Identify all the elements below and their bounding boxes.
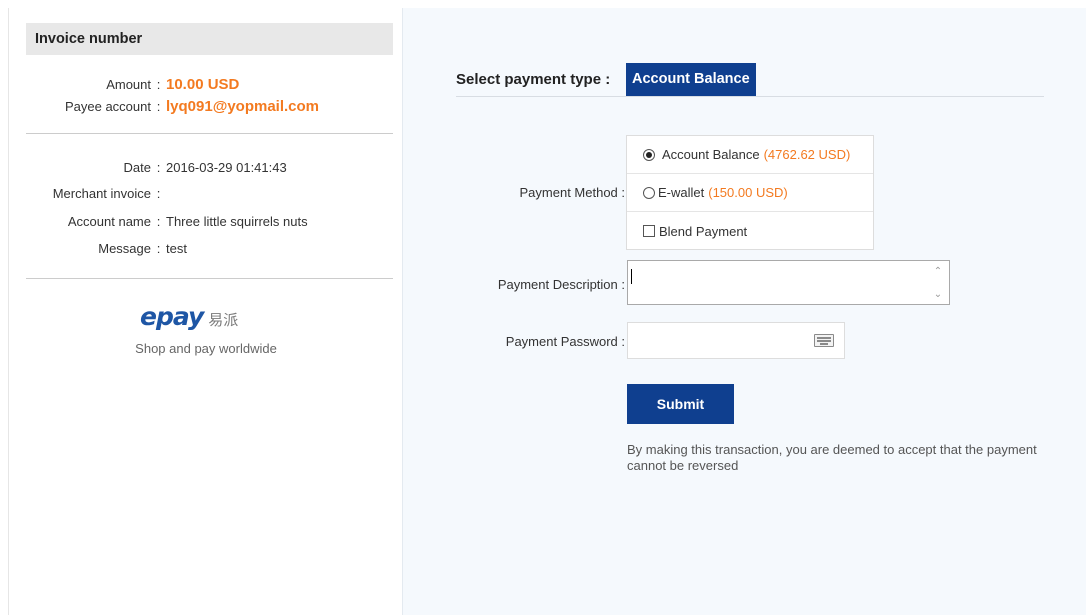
date-label: Date	[123, 160, 151, 175]
payment-panel: Select payment type : Account Balance Pa…	[402, 8, 1086, 615]
divider	[26, 133, 393, 134]
epay-logo: epay 易派	[140, 302, 238, 331]
date-separator: :	[156, 160, 161, 175]
payment-description-label: Payment Description :	[497, 277, 625, 292]
method-amount: (150.00 USD)	[708, 185, 788, 200]
account-name-separator: :	[156, 214, 161, 229]
payment-description-input[interactable]: ⌃ ⌄	[627, 260, 950, 305]
checkbox-icon[interactable]	[643, 225, 655, 237]
amount-row: Amount : 10.00 USD	[9, 76, 239, 93]
merchant-invoice-row: Merchant invoice :	[9, 186, 166, 201]
invoice-panel: Invoice number Amount : 10.00 USD Payee …	[8, 8, 402, 615]
message-value: test	[166, 241, 187, 256]
date-value: 2016-03-29 01:41:43	[166, 160, 287, 175]
method-option-e-wallet[interactable]: E-wallet (150.00 USD)	[627, 174, 873, 212]
account-name-value: Three little squirrels nuts	[166, 214, 308, 229]
payment-password-label: Payment Password :	[505, 334, 625, 349]
irreversible-notice: By making this transaction, you are deem…	[627, 442, 1037, 473]
payment-password-input[interactable]	[627, 322, 845, 359]
divider	[26, 278, 393, 279]
date-row: Date : 2016-03-29 01:41:43	[9, 160, 287, 175]
payment-type-tab[interactable]: Account Balance	[626, 63, 756, 96]
radio-selected-icon[interactable]	[643, 148, 655, 161]
message-separator: :	[156, 241, 161, 256]
logo-text: epay	[140, 302, 204, 331]
merchant-invoice-separator: :	[156, 186, 161, 201]
payee-row: Payee account : lyq091@yopmail.com	[9, 98, 319, 115]
payee-value: lyq091@yopmail.com	[166, 98, 320, 115]
payment-method-label: Payment Method :	[519, 185, 626, 200]
payee-separator: :	[156, 99, 161, 114]
method-label: Account Balance	[662, 147, 760, 162]
account-name-row: Account name : Three little squirrels nu…	[9, 214, 308, 229]
radio-unselected-icon[interactable]	[643, 186, 655, 199]
merchant-invoice-label: Merchant invoice	[52, 186, 151, 201]
method-label: Blend Payment	[659, 223, 748, 239]
scroll-up-icon[interactable]: ⌃	[931, 264, 945, 278]
message-row: Message : test	[9, 241, 187, 256]
submit-button[interactable]: Submit	[627, 384, 734, 424]
account-name-label: Account name	[67, 214, 151, 229]
payment-method-options: Account Balance (4762.62 USD) E-wallet (…	[626, 135, 874, 250]
message-label: Message	[98, 241, 151, 256]
payee-label: Payee account	[64, 99, 151, 114]
method-option-account-balance[interactable]: Account Balance (4762.62 USD)	[627, 136, 873, 174]
invoice-number-header: Invoice number	[26, 23, 393, 55]
method-option-blend-payment[interactable]: Blend Payment	[627, 212, 873, 250]
tagline: Shop and pay worldwide	[135, 341, 277, 356]
payment-type-label: Select payment type :	[456, 71, 611, 88]
scroll-down-icon[interactable]: ⌄	[931, 287, 945, 301]
method-label: E-wallet	[658, 185, 705, 200]
method-amount: (4762.62 USD)	[763, 147, 851, 162]
amount-value: 10.00 USD	[166, 76, 240, 93]
amount-separator: :	[156, 77, 161, 92]
keyboard-icon[interactable]	[814, 334, 834, 347]
text-caret	[631, 269, 632, 284]
logo-chinese-text: 易派	[208, 312, 239, 329]
divider	[456, 96, 1044, 97]
amount-label: Amount	[106, 77, 151, 92]
